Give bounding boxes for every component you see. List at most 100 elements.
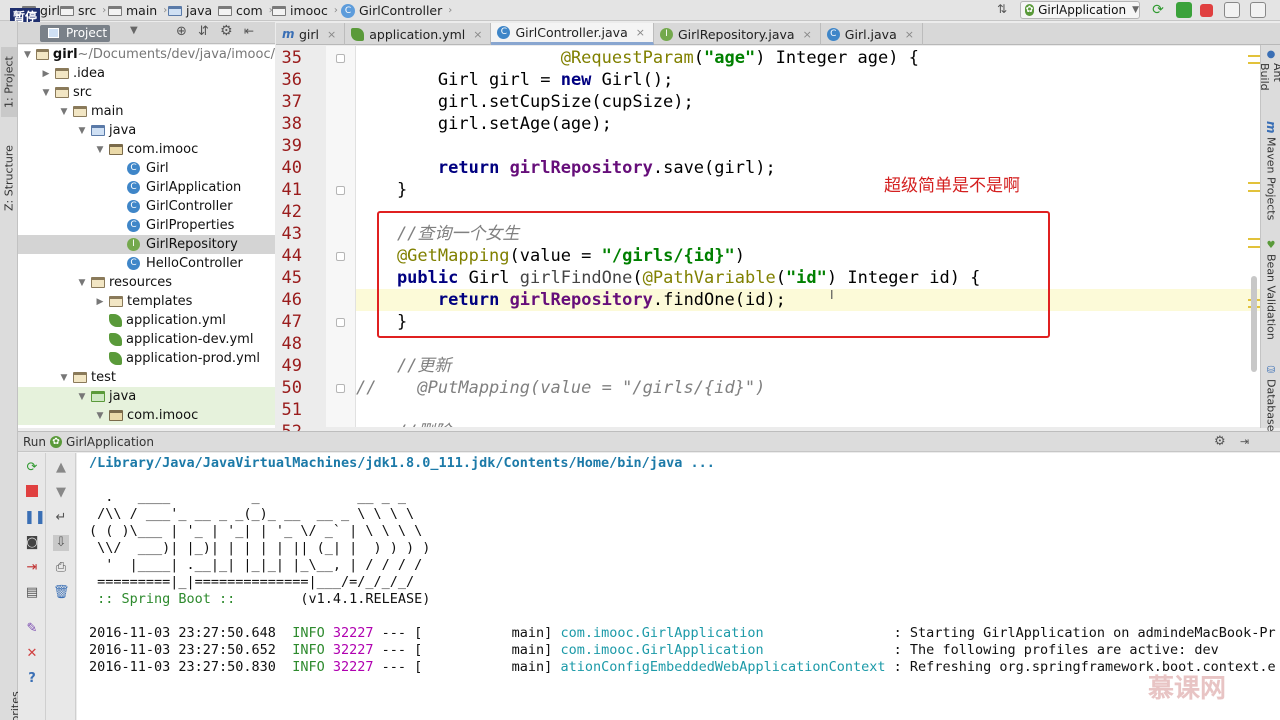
tree-item[interactable]: ▼ java: [18, 387, 275, 406]
tree-item[interactable]: C GirlController: [18, 197, 275, 216]
fold-marker-icon[interactable]: [336, 186, 345, 195]
collapse-icon[interactable]: ⇵: [198, 24, 209, 39]
trash-icon[interactable]: 🗑: [53, 585, 70, 601]
tree-item[interactable]: C HelloController: [18, 254, 275, 273]
collapsed-arrow-icon[interactable]: ▶: [40, 69, 52, 79]
expanded-arrow-icon[interactable]: ▼: [76, 278, 88, 288]
warning-marker[interactable]: [1248, 182, 1260, 184]
tree-item[interactable]: ▼ com.imooc: [18, 406, 275, 425]
sort-icon[interactable]: ⇅: [994, 2, 1010, 18]
sdk-icon[interactable]: [1250, 2, 1266, 18]
debug-icon[interactable]: [1176, 2, 1192, 18]
scroll-to-end-icon[interactable]: ⇩: [53, 535, 69, 551]
breadcrumb-girlcontroller[interactable]: C GirlController ›: [341, 2, 452, 19]
close-icon[interactable]: ×: [327, 28, 336, 41]
tree-item[interactable]: ▼ com.imooc: [18, 140, 275, 159]
warning-marker[interactable]: [1248, 246, 1260, 248]
editor-tab[interactable]: application.yml ×: [345, 23, 492, 45]
favorites-tool-tab[interactable]: 2: Favorites: [1, 681, 22, 720]
editor-tab[interactable]: m girl ×: [276, 23, 346, 45]
help-icon[interactable]: ?: [24, 671, 40, 687]
tree-item[interactable]: application.yml: [18, 311, 275, 330]
project-tab[interactable]: Project: [40, 25, 110, 42]
editor-tab[interactable]: C GirlController.java ×: [491, 23, 654, 45]
warning-marker[interactable]: [1248, 238, 1260, 240]
rerun-icon[interactable]: ⟳: [24, 460, 40, 476]
expanded-arrow-icon[interactable]: ▼: [76, 126, 88, 136]
bean-validation-tab[interactable]: ♥ Bean Validation: [1263, 240, 1279, 350]
tree-item[interactable]: ▶ templates: [18, 292, 275, 311]
interface-icon: I: [127, 238, 140, 251]
camera-icon[interactable]: ◙: [24, 535, 40, 551]
expanded-arrow-icon[interactable]: ▼: [40, 88, 52, 98]
maven-icon: m: [282, 26, 295, 41]
ant-build-tab[interactable]: ● Ant Build: [1258, 49, 1280, 109]
expanded-arrow-icon[interactable]: ▼: [22, 50, 33, 60]
tree-item[interactable]: C GirlProperties: [18, 216, 275, 235]
tree-item[interactable]: ▼ resources: [18, 273, 275, 292]
layout-icon[interactable]: ▤: [24, 585, 40, 601]
chevron-down-icon[interactable]: ▼: [130, 25, 138, 36]
arrow-down-icon[interactable]: ▼: [53, 485, 69, 501]
rerun-icon[interactable]: ⟳: [1150, 2, 1166, 18]
tree-item[interactable]: C GirlApplication: [18, 178, 275, 197]
target-icon[interactable]: ⊕: [176, 24, 187, 39]
fold-marker-icon[interactable]: [336, 384, 345, 393]
breadcrumb-src[interactable]: src ›: [60, 2, 106, 19]
expanded-arrow-icon[interactable]: ▼: [94, 411, 106, 421]
collapsed-arrow-icon[interactable]: ▶: [94, 297, 106, 307]
console-output[interactable]: /Library/Java/JavaVirtualMachines/jdk1.8…: [77, 453, 1280, 720]
tree-item[interactable]: application-dev.yml: [18, 330, 275, 349]
tree-item[interactable]: application-prod.yml: [18, 349, 275, 368]
pin-icon[interactable]: ✎: [24, 621, 40, 637]
soft-wrap-icon[interactable]: ↵: [53, 510, 69, 526]
hide-icon[interactable]: ⇥: [1240, 435, 1249, 448]
editor-scrollbar[interactable]: [1251, 276, 1257, 372]
tree-item[interactable]: ▼ main: [18, 102, 275, 121]
project-tool-tab[interactable]: 1: Project: [1, 47, 17, 117]
tree-item[interactable]: ▶ .idea: [18, 64, 275, 83]
expanded-arrow-icon[interactable]: ▼: [58, 107, 70, 117]
breadcrumb-com[interactable]: com ›: [218, 2, 273, 19]
editor-tab[interactable]: C Girl.java ×: [821, 23, 923, 45]
hide-icon[interactable]: ⇤: [244, 24, 254, 38]
fold-marker-icon[interactable]: [336, 252, 345, 261]
tree-item[interactable]: ▼ src: [18, 83, 275, 102]
structure-tool-tab[interactable]: Z: Structure: [1, 133, 17, 223]
expanded-arrow-icon[interactable]: ▼: [94, 145, 106, 155]
fold-marker-icon[interactable]: [336, 318, 345, 327]
close-icon[interactable]: ×: [803, 28, 812, 41]
tree-item[interactable]: ▼ girl ~/Documents/dev/java/imooc/: [18, 45, 275, 64]
tree-item[interactable]: ▼ test: [18, 368, 275, 387]
tree-item[interactable]: I GirlRepository: [18, 235, 275, 254]
stop-icon[interactable]: [24, 485, 40, 501]
line-number: 49: [281, 356, 302, 376]
run-config-select[interactable]: ✿ GirlApplication ▼: [1020, 1, 1140, 19]
expanded-arrow-icon[interactable]: ▼: [76, 392, 88, 402]
editor-tab[interactable]: I GirlRepository.java ×: [654, 23, 821, 45]
breadcrumb-imooc[interactable]: imooc ›: [272, 2, 338, 19]
gear-icon[interactable]: ⚙: [1214, 434, 1226, 449]
warning-marker[interactable]: [1248, 190, 1260, 192]
run-config-tab[interactable]: GirlApplication: [66, 435, 154, 449]
close-icon[interactable]: ×: [636, 26, 645, 39]
settings-icon[interactable]: [1224, 2, 1240, 18]
tree-item[interactable]: C Girl: [18, 159, 275, 178]
database-tab[interactable]: ⛁ Database: [1263, 365, 1279, 432]
fold-marker-icon[interactable]: [336, 54, 345, 63]
close-icon[interactable]: ×: [905, 28, 914, 41]
close-icon[interactable]: ×: [473, 28, 482, 41]
gear-icon[interactable]: ⚙: [220, 23, 233, 39]
arrow-up-icon[interactable]: ▲: [53, 460, 69, 476]
maven-projects-tab[interactable]: m Maven Projects: [1263, 121, 1279, 221]
close-icon[interactable]: ✕: [24, 646, 40, 662]
print-icon[interactable]: ⎙: [53, 560, 69, 576]
warning-marker[interactable]: [1248, 55, 1260, 57]
breadcrumb-java[interactable]: java›: [168, 2, 222, 19]
exit-icon[interactable]: ⇥: [24, 560, 40, 576]
tree-item[interactable]: ▼ java: [18, 121, 275, 140]
pause-icon[interactable]: ❚❚: [24, 510, 46, 526]
expanded-arrow-icon[interactable]: ▼: [58, 373, 70, 383]
breadcrumb-main[interactable]: main ›: [108, 2, 167, 19]
stop-icon[interactable]: [1200, 4, 1213, 17]
